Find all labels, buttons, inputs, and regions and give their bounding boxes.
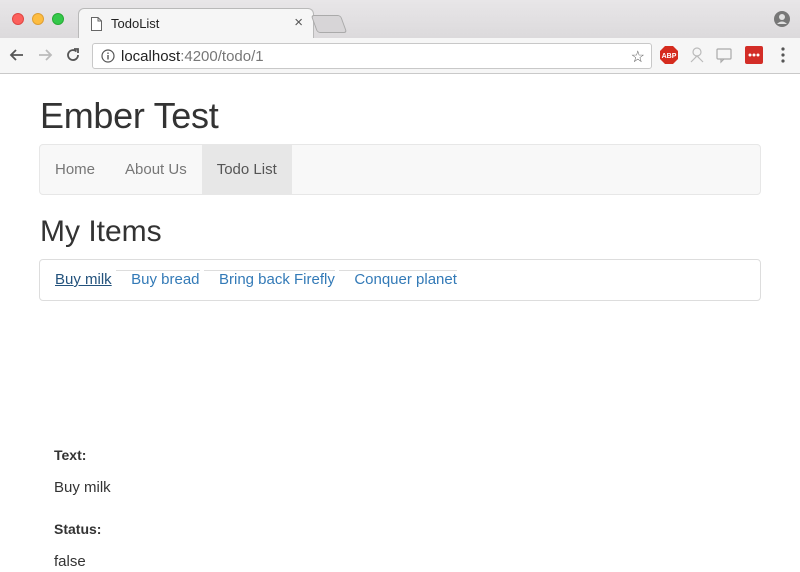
document-icon: [91, 17, 102, 31]
forward-arrow-icon[interactable]: [36, 46, 54, 64]
kebab-menu-icon[interactable]: [776, 46, 790, 64]
todo-list: Buy milk Buy bread Bring back Firefly Co…: [39, 259, 761, 301]
minimize-window-button[interactable]: [32, 13, 44, 25]
url-path: :4200/todo/1: [180, 48, 264, 65]
adblock-extension-icon[interactable]: ABP: [660, 46, 678, 64]
nav-item-home[interactable]: Home: [40, 145, 110, 194]
nav-item-about-us[interactable]: About Us: [110, 145, 202, 194]
nav-item-todo-list[interactable]: Todo List: [201, 145, 292, 194]
zoom-window-button[interactable]: [52, 13, 64, 25]
browser-titlebar: TodoList ×: [0, 0, 800, 39]
url-host: localhost: [121, 48, 181, 65]
tab-close-icon[interactable]: ×: [294, 14, 303, 31]
extension-icon[interactable]: [688, 46, 706, 64]
reload-icon[interactable]: [64, 46, 82, 64]
new-tab-button[interactable]: [310, 15, 348, 33]
svg-text:ABP: ABP: [662, 53, 677, 60]
todo-list-item[interactable]: Buy bread: [116, 270, 200, 288]
close-window-button[interactable]: [12, 13, 24, 25]
bookmark-star-icon[interactable]: ☆: [631, 47, 645, 67]
main-navbar: Home About Us Todo List: [39, 144, 761, 195]
profile-icon[interactable]: [774, 11, 790, 27]
browser-toolbar: localhost:4200/todo/1 ☆ ABP: [0, 38, 800, 74]
text-label: Text:: [54, 447, 87, 463]
todo-list-item[interactable]: Bring back Firefly: [203, 270, 335, 288]
site-title: Ember Test: [40, 95, 219, 136]
page-content: Ember Test Home About Us Todo List My It…: [0, 75, 800, 572]
lastpass-extension-icon[interactable]: [745, 46, 763, 64]
todo-list-item[interactable]: Buy milk: [40, 271, 112, 288]
todo-list-item[interactable]: Conquer planet: [339, 270, 457, 288]
tab-title: TodoList: [111, 16, 160, 31]
back-arrow-icon[interactable]: [8, 46, 26, 64]
status-value: false: [54, 553, 86, 570]
chat-extension-icon[interactable]: [716, 46, 734, 64]
info-icon[interactable]: [101, 49, 115, 63]
address-bar[interactable]: localhost:4200/todo/1 ☆: [92, 43, 652, 69]
browser-tab[interactable]: TodoList ×: [78, 8, 314, 39]
section-title: My Items: [40, 215, 162, 248]
text-value: Buy milk: [54, 479, 111, 496]
url-text: localhost:4200/todo/1: [121, 48, 264, 65]
status-label: Status:: [54, 521, 102, 537]
